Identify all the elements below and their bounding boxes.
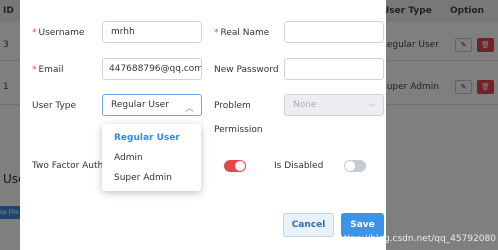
dropdown-option-super-admin[interactable]: Super Admin (102, 168, 201, 188)
user-type-dropdown-menu: Regular User Admin Super Admin (102, 124, 201, 191)
dropdown-option-regular-user[interactable]: Regular User (102, 128, 201, 148)
chevron-down-icon: ﹀ (366, 104, 376, 114)
edit-user-modal: * Username mrhh * Real Name * Email 4476887… (20, 0, 386, 250)
user-type-label: User Type (32, 101, 77, 111)
problem-permission-value: None (293, 100, 317, 110)
email-input[interactable]: 447688796@qq.com (102, 58, 202, 80)
chevron-up-icon: ︿ (184, 104, 194, 114)
toggle-knob (345, 161, 355, 171)
two-factor-auth-toggle[interactable] (224, 160, 246, 172)
permission-label: Permission (214, 125, 263, 135)
new-password-label: New Password (214, 65, 279, 75)
username-input[interactable]: mrhh (102, 21, 202, 43)
real-name-label: * Real Name (214, 28, 270, 38)
is-disabled-label: Is Disabled (274, 161, 324, 171)
new-password-input[interactable] (284, 58, 384, 80)
problem-permission-select: None ﹀ (284, 94, 384, 116)
email-label: * Email (32, 65, 64, 75)
username-label: * Username (32, 28, 85, 38)
problem-label: Problem (214, 101, 251, 111)
dropdown-option-admin[interactable]: Admin (102, 148, 201, 168)
is-disabled-toggle[interactable] (344, 160, 366, 172)
real-name-input[interactable] (284, 21, 384, 43)
watermark: https://blog.csdn.net/qq_45792080 (337, 234, 496, 244)
toggle-knob (235, 161, 245, 171)
cancel-button[interactable]: Cancel (283, 213, 334, 237)
user-type-select[interactable]: Regular User ︿ (102, 94, 202, 116)
two-factor-auth-label: Two Factor Auth (32, 161, 104, 171)
user-type-selected-value: Regular User (111, 100, 169, 110)
